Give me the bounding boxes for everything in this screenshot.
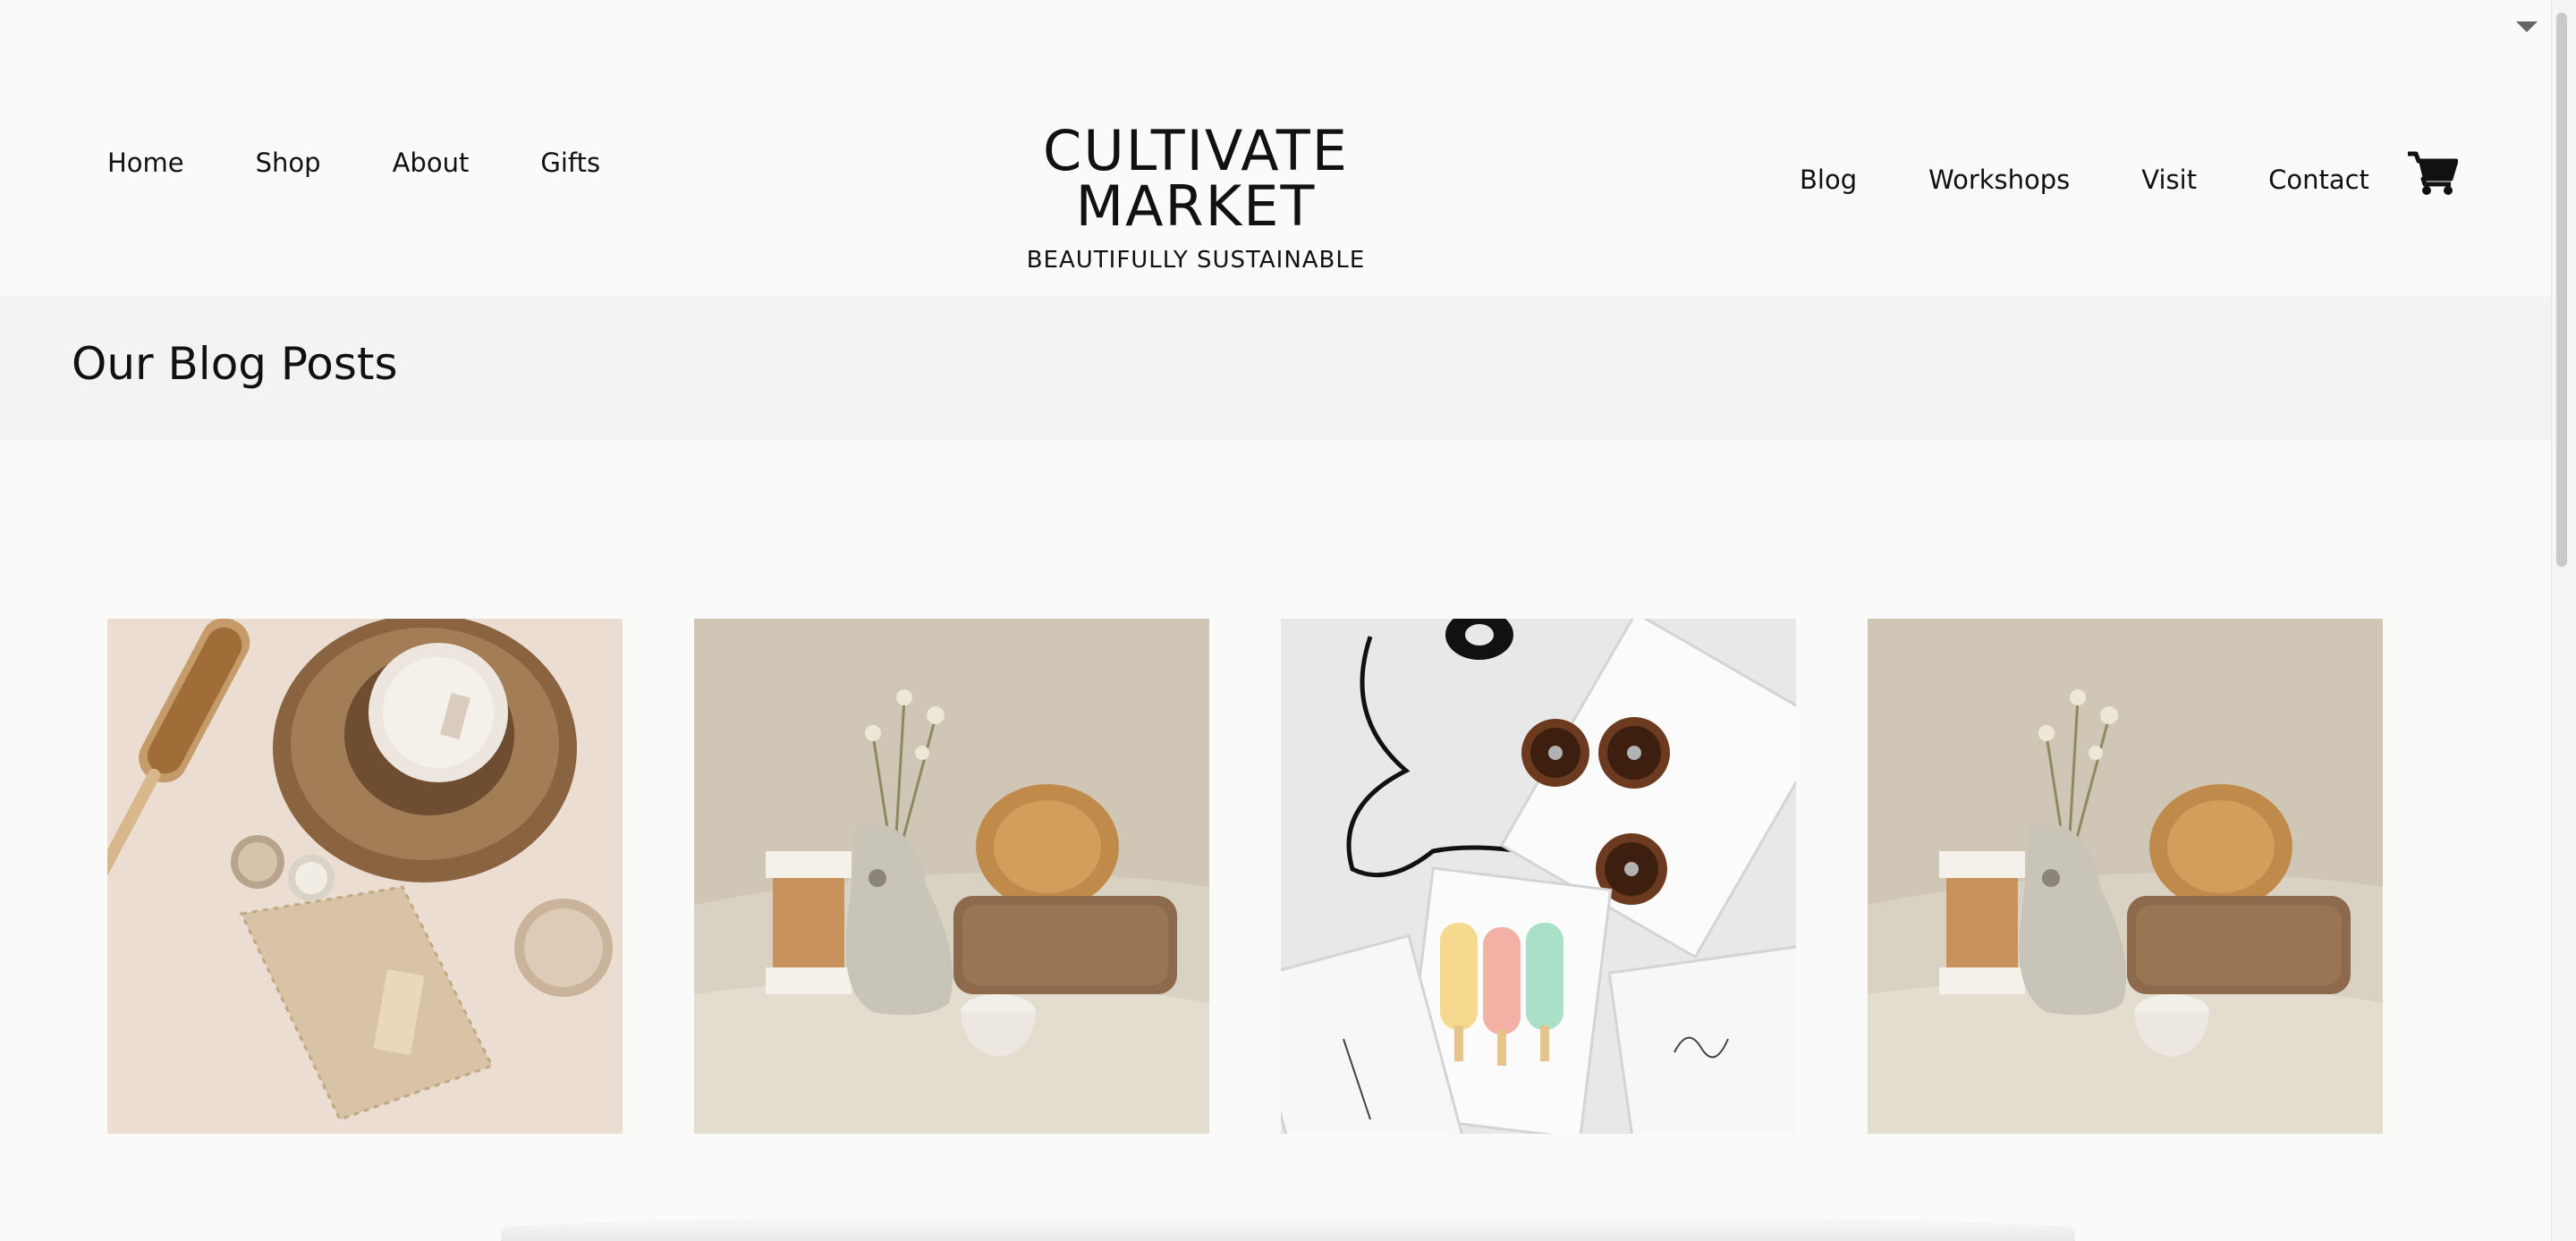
nav-visit-link[interactable]: Visit xyxy=(2141,165,2197,195)
brand-subtitle: BEAUTIFULLY SUSTAINABLE xyxy=(1026,247,1366,274)
nav-about-link[interactable]: About xyxy=(393,148,470,178)
blog-post-card-2[interactable] xyxy=(694,619,1209,1134)
blog-post-image-bath-accessories xyxy=(107,619,623,1134)
nav-blog-link[interactable]: Blog xyxy=(1800,165,1857,195)
blog-post-image-donuts-popsicles xyxy=(1281,619,1796,1134)
bottom-fade xyxy=(501,1216,2075,1241)
nav-home-link[interactable]: Home xyxy=(107,148,184,178)
blog-post-card-4[interactable] xyxy=(1868,619,2383,1134)
nav-workshops-link[interactable]: Workshops xyxy=(1928,165,2070,195)
blog-post-image-pumice-still-life xyxy=(1868,619,2383,1134)
scrollbar-thumb[interactable] xyxy=(2556,13,2567,567)
brand-logo[interactable]: CULTIVATE MARKET BEAUTIFULLY SUSTAINABLE xyxy=(945,123,1446,274)
nav-left: Home Shop About Gifts xyxy=(107,148,672,178)
site-header: Home Shop About Gifts CULTIVATE MARKET B… xyxy=(0,0,2551,297)
nav-right: Blog Workshops Visit Contact xyxy=(1800,165,2441,195)
blog-post-card-1[interactable] xyxy=(107,619,623,1134)
chevron-down-icon[interactable] xyxy=(2513,18,2540,36)
page-title: Our Blog Posts xyxy=(72,338,398,390)
nav-contact-link[interactable]: Contact xyxy=(2268,165,2369,195)
page-title-band: Our Blog Posts xyxy=(0,297,2551,440)
brand-title: CULTIVATE MARKET xyxy=(1043,118,1349,239)
shopping-cart-icon[interactable] xyxy=(2406,150,2459,197)
blog-post-image-pumice-still-life xyxy=(694,619,1209,1134)
nav-gifts-link[interactable]: Gifts xyxy=(540,148,600,178)
blog-post-card-3[interactable] xyxy=(1281,619,1796,1134)
nav-shop-link[interactable]: Shop xyxy=(256,148,321,178)
